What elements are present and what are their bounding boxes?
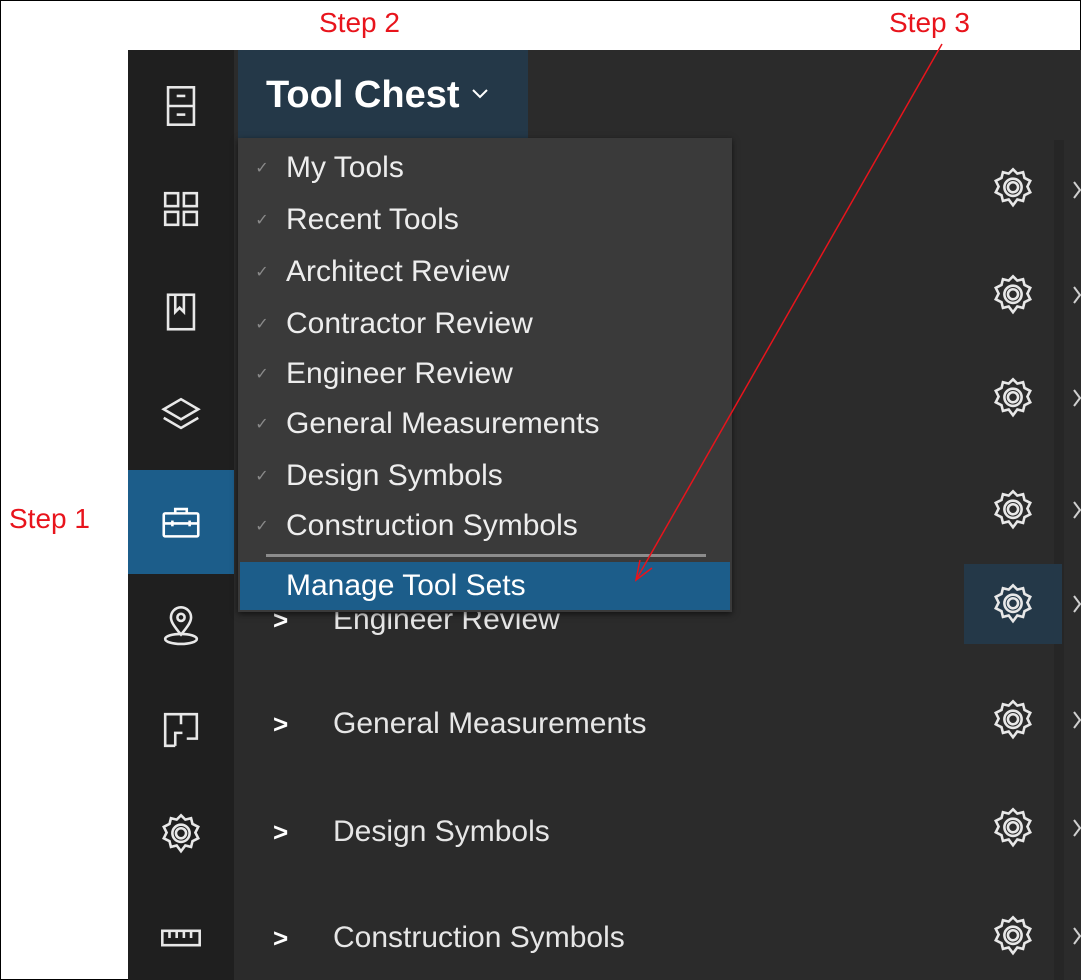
toolset-settings-button-active[interactable] — [964, 564, 1062, 644]
gear-icon — [994, 489, 1032, 530]
toolset-settings-column — [964, 50, 1074, 980]
chevron-down-icon — [470, 86, 490, 105]
gear-icon — [994, 699, 1032, 740]
chevron-right-icon: > — [273, 708, 289, 739]
menu-divider — [266, 554, 706, 557]
rail-item-floorplan[interactable] — [128, 678, 234, 782]
manage-tool-sets-label: Manage Tool Sets — [286, 569, 526, 602]
tool-chest-header[interactable]: Tool Chest — [238, 50, 528, 140]
menu-item-label: Contractor Review — [286, 307, 533, 340]
chevron-right-icon[interactable] — [1072, 690, 1081, 750]
annotation-step-2: Step 2 — [319, 7, 400, 38]
annotation-step-3: Step 3 — [889, 7, 970, 38]
rail-item-bookmarks[interactable] — [128, 260, 234, 364]
gear-icon — [994, 167, 1032, 208]
list-item-design-symbols[interactable]: > Design Symbols — [238, 802, 898, 862]
gear-icon — [994, 274, 1032, 315]
layers-icon — [161, 397, 201, 430]
chevron-right-icon: > — [273, 922, 289, 953]
menu-item-recent-tools[interactable]: ✓ Recent Tools — [238, 194, 732, 246]
ruler-icon — [161, 929, 201, 947]
rail-item-settings[interactable] — [128, 782, 234, 886]
rail-item-file-cabinet[interactable] — [128, 54, 234, 158]
menu-item-engineer-review[interactable]: ✓ Engineer Review — [238, 348, 732, 400]
toolset-label: General Measurements — [333, 707, 647, 740]
chevron-right-icon: > — [273, 816, 289, 847]
rail-item-tool-chest[interactable] — [128, 470, 234, 574]
toolset-label: Construction Symbols — [333, 921, 625, 954]
menu-item-label: Recent Tools — [286, 203, 459, 236]
menu-item-label: Engineer Review — [286, 357, 513, 390]
menu-item-my-tools[interactable]: ✓ My Tools — [238, 142, 732, 194]
chevron-right-icon[interactable] — [1072, 574, 1081, 634]
rail-item-location[interactable] — [128, 574, 234, 678]
chevron-right-icon[interactable] — [1072, 265, 1081, 325]
menu-item-contractor-review[interactable]: ✓ Contractor Review — [238, 298, 732, 350]
gear-icon — [994, 807, 1032, 848]
menu-item-label: My Tools — [286, 151, 404, 184]
menu-item-label: Design Symbols — [286, 459, 503, 492]
toolset-settings-button[interactable] — [964, 896, 1062, 976]
tool-chest-dropdown-menu: ✓ My Tools ✓ Recent Tools ✓ Architect Re… — [238, 138, 732, 612]
menu-item-construction-symbols[interactable]: ✓ Construction Symbols — [238, 500, 732, 552]
check-icon: ✓ — [255, 212, 269, 229]
chevron-right-icon[interactable] — [1072, 906, 1081, 966]
list-item-general-measurements[interactable]: > General Measurements — [238, 694, 898, 754]
toolset-settings-button[interactable] — [964, 680, 1062, 760]
chevron-right-icon[interactable] — [1072, 368, 1081, 428]
gear-icon — [162, 813, 200, 854]
menu-item-label: Construction Symbols — [286, 509, 578, 542]
toolset-settings-button[interactable] — [964, 470, 1062, 550]
check-icon: ✓ — [255, 264, 269, 281]
toolset-settings-button[interactable] — [964, 255, 1062, 335]
menu-item-general-measurements[interactable]: ✓ General Measurements — [238, 398, 732, 450]
check-icon: ✓ — [255, 316, 269, 333]
check-icon: ✓ — [255, 468, 269, 485]
bookmark-icon — [166, 293, 196, 331]
menu-item-label: Architect Review — [286, 255, 510, 288]
chevron-right-icon[interactable] — [1072, 798, 1081, 858]
check-icon: ✓ — [255, 518, 269, 535]
gear-icon — [994, 377, 1032, 418]
rail-item-thumbnails[interactable] — [128, 157, 234, 261]
side-rail — [128, 50, 234, 980]
chevron-right-icon[interactable] — [1072, 480, 1081, 540]
toolset-settings-button[interactable] — [964, 358, 1062, 438]
rail-item-measure[interactable] — [128, 886, 234, 980]
gear-icon — [994, 915, 1032, 956]
file-cabinet-icon — [166, 86, 196, 126]
menu-item-design-symbols[interactable]: ✓ Design Symbols — [238, 450, 732, 502]
check-icon: ✓ — [255, 366, 269, 383]
panel-title: Tool Chest — [266, 73, 460, 116]
manage-tool-sets-button[interactable]: Manage Tool Sets — [240, 562, 730, 610]
toolset-label: Design Symbols — [333, 815, 550, 848]
location-pin-icon — [163, 606, 199, 646]
gear-icon — [994, 583, 1032, 624]
rail-item-layers[interactable] — [128, 363, 234, 467]
floorplan-icon — [163, 712, 199, 748]
check-icon: ✓ — [255, 160, 269, 177]
annotation-step-1: Step 1 — [9, 503, 90, 534]
check-icon: ✓ — [255, 416, 269, 433]
grid-icon — [163, 191, 199, 227]
toolbox-icon — [162, 507, 200, 538]
list-item-construction-symbols[interactable]: > Construction Symbols — [238, 908, 898, 968]
chevron-right-icon[interactable] — [1072, 160, 1081, 220]
menu-item-architect-review[interactable]: ✓ Architect Review — [238, 246, 732, 298]
toolset-settings-button[interactable] — [964, 788, 1062, 868]
menu-item-label: General Measurements — [286, 407, 600, 440]
toolset-settings-button[interactable] — [964, 148, 1062, 228]
